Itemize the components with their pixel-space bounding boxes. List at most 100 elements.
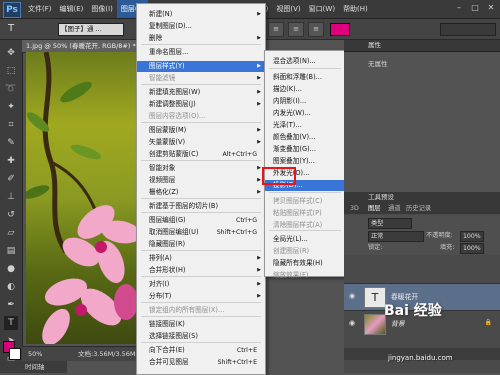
pen-tool-icon[interactable]: ✒ (4, 298, 18, 312)
style-menu-item[interactable]: 内发光(W)... (265, 108, 345, 119)
timeline-tab[interactable]: 时间轴 (22, 361, 67, 373)
layer-menu-item[interactable]: 新建调整图层(J) ▶ (137, 99, 265, 110)
eyedropper-icon[interactable]: ✎ (4, 136, 18, 150)
layer-menu-item[interactable]: 新建基于图层的切片(B) (137, 201, 265, 212)
layer-menu-item[interactable]: 图层蒙版(M) ▶ (137, 125, 265, 136)
style-menu-item[interactable]: 内阴影(I)... (265, 96, 345, 107)
type-tool-icon[interactable]: T (4, 316, 18, 330)
layer-menu-item[interactable]: 隐藏图层(R) (137, 239, 265, 250)
align-left-icon[interactable]: ≡ (268, 22, 284, 37)
submenu-arrow-icon: ▶ (257, 11, 261, 17)
layer-menu-item-label: 锁定组内的所有图层(X)... (149, 306, 225, 314)
layer-menu-item[interactable]: 图层编组(G) Ctrl+G (137, 215, 265, 226)
layer-menu-item[interactable]: 新建(N) ▶ (137, 9, 265, 20)
zoom-level[interactable]: 50% (28, 348, 42, 360)
layer-menu-item[interactable]: 栅格化(Z) ▶ (137, 187, 265, 198)
layer-menu-item[interactable]: 视频图层 ▶ (137, 175, 265, 186)
menu-8[interactable]: 视图(V) (272, 0, 304, 18)
style-menu-item[interactable]: 渐变叠加(G)... (265, 144, 345, 155)
type-tool-icon[interactable]: T (4, 22, 18, 36)
healing-brush-icon[interactable]: ✚ (4, 154, 18, 168)
layer-menu-item[interactable]: 智能对象 ▶ (137, 163, 265, 174)
magic-wand-icon[interactable]: ✦ (4, 100, 18, 114)
style-menu-item[interactable]: 颜色叠加(V)... (265, 132, 345, 143)
layer-menu-item-label: 隐藏图层(R) (149, 240, 186, 248)
layer-menu-item[interactable]: 链接图层(K) (137, 319, 265, 330)
layer-kind-filter[interactable]: 类型 (368, 218, 412, 229)
menu-9[interactable]: 窗口(W) (305, 0, 339, 18)
move-tool-icon[interactable]: ✥ (4, 46, 18, 60)
menu-0[interactable]: 文件(F) (24, 0, 56, 18)
menu-separator (141, 342, 261, 343)
eye-icon[interactable]: ◉ (349, 292, 355, 300)
submenu-arrow-icon: ▶ (257, 267, 261, 273)
style-menu-item[interactable]: 全局光(L)... (265, 234, 345, 245)
eraser-tool-icon[interactable]: ▱ (4, 226, 18, 240)
style-menu-item[interactable]: 混合选项(N)... (265, 56, 345, 67)
brush-tool-icon[interactable]: ✐ (4, 172, 18, 186)
eye-icon[interactable]: ◉ (349, 319, 355, 327)
style-menu-item[interactable]: 隐藏所有效果(H) (265, 258, 345, 269)
gradient-tool-icon[interactable]: ▤ (4, 244, 18, 258)
text-color-swatch[interactable] (330, 23, 350, 36)
layer-menu-item-label: 图层样式(Y) (149, 62, 185, 70)
image-canvas[interactable] (26, 52, 136, 344)
watermark: Bai 经验 jingyan.baidu.com (384, 298, 500, 373)
minimize-icon[interactable]: – (454, 3, 464, 13)
style-menu-item[interactable]: 斜面和浮雕(B)... (265, 72, 345, 83)
opacity-field[interactable]: 100% (460, 231, 484, 242)
layer-menu-item[interactable]: 合并形状(H) ▶ (137, 265, 265, 276)
layer-menu-item[interactable]: 重命名图层... (137, 47, 265, 58)
tab-0[interactable]: 3D (350, 203, 359, 214)
blend-mode-select[interactable]: 正常 (368, 231, 424, 242)
fill-field[interactable]: 100% (460, 243, 484, 254)
style-menu-item-label: 全局光(L)... (273, 235, 308, 243)
marquee-tool-icon[interactable]: ⬚ (4, 64, 18, 78)
submenu-arrow-icon: ▶ (257, 139, 261, 145)
layer-menu: 新建(N) ▶ 复制图层(D)... 删除 ▶ 重命名图层... 图层样式(Y) ▶ 智能滤镜 ▶… (136, 3, 266, 375)
style-menu-item[interactable]: 光泽(T)... (265, 120, 345, 131)
highlight-box (262, 167, 296, 185)
menu-shortcut: Ctrl+E (236, 347, 257, 354)
history-brush-icon[interactable]: ↺ (4, 208, 18, 222)
style-menu-item-label: 图案叠加(Y)... (273, 157, 315, 165)
maximize-icon[interactable]: □ (470, 3, 480, 13)
style-menu-item[interactable]: 图案叠加(Y)... (265, 156, 345, 167)
stamp-tool-icon[interactable]: ⊥ (4, 190, 18, 204)
layer-menu-item[interactable]: 选择链接图层(S) (137, 331, 265, 342)
layer-menu-item-label: 重命名图层... (149, 48, 189, 56)
layer-menu-item[interactable]: 分布(T) ▶ (137, 291, 265, 302)
layer-menu-item[interactable]: 新建填充图层(W) ▶ (137, 87, 265, 98)
dodge-tool-icon[interactable]: ◐ (4, 280, 18, 294)
layer-menu-item-label: 智能对象 (149, 164, 176, 172)
layer-menu-item[interactable]: 删除 ▶ (137, 33, 265, 44)
crop-tool-icon[interactable]: ⌗ (4, 118, 18, 132)
layer-menu-item[interactable]: 排列(A) ▶ (137, 253, 265, 264)
tab-3[interactable]: 历史记录 (406, 203, 431, 214)
menu-shortcut: Ctrl+G (236, 217, 257, 224)
align-center-icon[interactable]: ≡ (288, 22, 304, 37)
tab-1[interactable]: 图层 (368, 203, 381, 214)
style-menu-item[interactable]: 描边(K)... (265, 84, 345, 95)
layer-menu-item[interactable]: 向下合并(E) Ctrl+E (137, 345, 265, 356)
layer-menu-item[interactable]: 创建剪贴蒙版(C) Alt+Ctrl+G (137, 149, 265, 160)
tools-panel: ✥ ⬚ ➰ ✦ ⌗ ✎ ✚ ✐ ⊥ ↺ ▱ ▤ ● ◐ ✒ T ➤ ▭ (0, 40, 23, 373)
blur-tool-icon[interactable]: ● (4, 262, 18, 276)
layer-menu-item[interactable]: 复制图层(D)... (137, 21, 265, 32)
layer-menu-item[interactable]: 合并可见图层 Shift+Ctrl+E (137, 357, 265, 368)
font-family-select[interactable]: 【图子】通 ... (58, 23, 124, 36)
layer-menu-item-label: 图层编组(G) (149, 216, 186, 224)
layer-menu-item[interactable]: 取消图层编组(U) Shift+Ctrl+G (137, 227, 265, 238)
menu-10[interactable]: 帮助(H) (339, 0, 372, 18)
tab-2[interactable]: 通道 (388, 203, 401, 214)
menu-1[interactable]: 编辑(E) (56, 0, 88, 18)
layer-menu-item[interactable]: 图层样式(Y) ▶ (137, 61, 265, 72)
close-icon[interactable]: ✕ (486, 3, 496, 13)
layer-menu-item[interactable]: 矢量蒙版(V) ▶ (137, 137, 265, 148)
align-right-icon[interactable]: ≡ (308, 22, 324, 37)
background-color-swatch[interactable] (9, 348, 21, 360)
workspace-select[interactable] (440, 23, 496, 36)
lasso-tool-icon[interactable]: ➰ (4, 82, 18, 96)
menu-2[interactable]: 图像(I) (87, 0, 117, 18)
layer-menu-item[interactable]: 对齐(I) ▶ (137, 279, 265, 290)
